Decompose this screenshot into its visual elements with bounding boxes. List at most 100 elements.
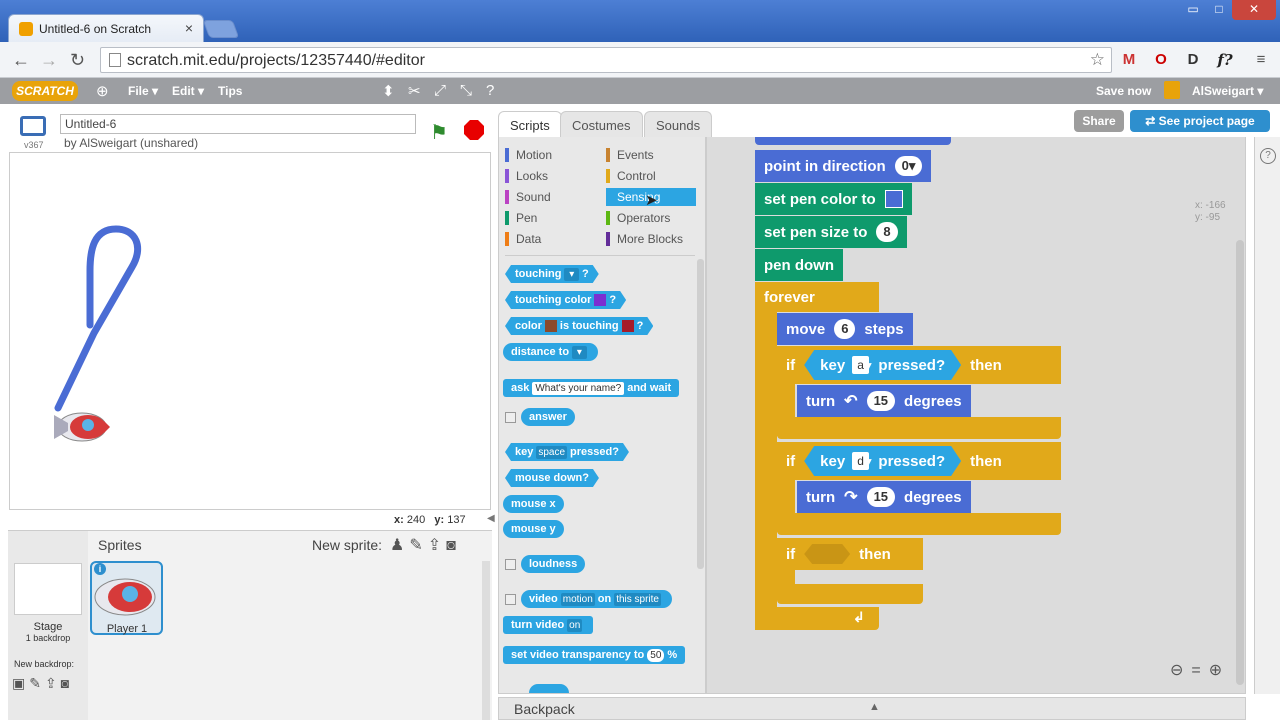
script-area[interactable]: point in direction 0▾ set pen color to se…: [706, 137, 1246, 694]
cut-off-motion-block[interactable]: [755, 137, 951, 145]
back-arrow-icon[interactable]: ←: [12, 50, 30, 71]
move-steps-block[interactable]: move 6 steps: [777, 313, 913, 345]
color-is-touching-block[interactable]: color is touching?: [505, 317, 653, 335]
bookmark-star-icon[interactable]: ☆: [1090, 50, 1105, 70]
file-menu[interactable]: File ▾: [128, 84, 158, 98]
category-control[interactable]: Control: [606, 167, 656, 185]
user-menu[interactable]: AlSweigart ▾: [1192, 84, 1263, 98]
tips-menu[interactable]: Tips: [218, 84, 242, 98]
set-pen-size-block[interactable]: set pen size to 8: [755, 216, 907, 248]
grow-icon[interactable]: ⤢: [434, 82, 446, 99]
key-a-pressed-block[interactable]: key a ▾ pressed?: [804, 350, 961, 380]
sprite-scrollbar[interactable]: [482, 561, 490, 720]
shrink-icon[interactable]: ⤡: [460, 82, 472, 99]
my-stuff-icon[interactable]: [1164, 81, 1180, 99]
new-tab-button[interactable]: [202, 20, 240, 38]
save-now-button[interactable]: Save now: [1096, 84, 1151, 98]
opera-extension-icon[interactable]: O: [1150, 49, 1172, 71]
category-looks[interactable]: Looks: [505, 167, 548, 185]
video-motion-checkbox[interactable]: [505, 594, 516, 605]
window-maximize-button[interactable]: □: [1206, 0, 1232, 20]
mouse-down-block[interactable]: mouse down?: [505, 469, 599, 487]
category-pen[interactable]: Pen: [505, 209, 537, 227]
turn-video-block[interactable]: turn video on: [503, 616, 594, 634]
project-title-input[interactable]: [60, 114, 416, 134]
answer-checkbox[interactable]: [505, 412, 516, 423]
brush-backdrop-icon[interactable]: ✎: [29, 675, 45, 691]
ask-and-wait-block[interactable]: ask What's your name? and wait: [503, 379, 680, 397]
stop-sign-icon[interactable]: [464, 120, 484, 140]
tab-costumes[interactable]: Costumes: [560, 111, 643, 137]
zoom-in-icon[interactable]: ⊕: [1209, 662, 1230, 679]
touching-block[interactable]: touching ▾ ?: [505, 265, 599, 283]
see-project-page-button[interactable]: ⇄ See project page: [1130, 110, 1270, 132]
loudness-checkbox[interactable]: [505, 559, 516, 570]
if-key-a-block[interactable]: if key a ▾ pressed? then: [777, 346, 1061, 384]
stage-thumbnail[interactable]: [14, 563, 82, 615]
loudness-block[interactable]: loudness: [521, 555, 586, 573]
reload-icon[interactable]: ↻: [70, 50, 85, 71]
presentation-mode-icon[interactable]: [20, 116, 46, 136]
help-icon[interactable]: ?: [486, 82, 494, 99]
turn-right-block[interactable]: turn ↷ 15 degrees: [797, 481, 971, 513]
upload-backdrop-icon[interactable]: ⇪: [45, 675, 61, 691]
sprite-library-icon[interactable]: ♟: [390, 537, 409, 554]
stage-canvas[interactable]: [9, 152, 491, 510]
edit-menu[interactable]: Edit ▾: [172, 84, 204, 98]
answer-block[interactable]: answer: [521, 408, 575, 426]
collapse-stage-icon[interactable]: ◀: [487, 513, 495, 524]
zoom-reset-icon[interactable]: =: [1191, 662, 1208, 679]
pen-color-swatch[interactable]: [884, 190, 903, 208]
pen-down-block[interactable]: pen down: [755, 249, 843, 281]
camera-sprite-icon[interactable]: ◙: [446, 537, 461, 554]
share-button[interactable]: Share: [1074, 110, 1124, 132]
category-more-blocks[interactable]: More Blocks: [606, 230, 683, 248]
mouse-y-block[interactable]: mouse y: [503, 520, 564, 538]
mouse-x-block[interactable]: mouse x: [503, 495, 564, 513]
rocket-sprite[interactable]: [54, 412, 110, 442]
forward-arrow-icon[interactable]: →: [40, 50, 58, 71]
upload-sprite-icon[interactable]: ⇪: [428, 537, 446, 554]
turn-left-block[interactable]: turn ↶ 15 degrees: [797, 385, 971, 417]
category-sound[interactable]: Sound: [505, 188, 551, 206]
set-video-transparency-block[interactable]: set video transparency to 50%: [503, 646, 686, 664]
set-pen-color-block[interactable]: set pen color to: [755, 183, 912, 215]
green-flag-icon[interactable]: ⚑: [430, 120, 448, 145]
category-events[interactable]: Events: [606, 146, 654, 164]
key-d-pressed-block[interactable]: key d ▾ pressed?: [804, 446, 961, 476]
duplicate-icon[interactable]: ⬍: [382, 82, 395, 100]
touching-color-block[interactable]: touching color?: [505, 291, 626, 309]
script-scrollbar[interactable]: [1236, 240, 1244, 685]
forever-block[interactable]: forever: [755, 282, 879, 312]
tab-sounds[interactable]: Sounds: [644, 111, 713, 137]
gmail-extension-icon[interactable]: M: [1118, 49, 1140, 71]
category-operators[interactable]: Operators: [606, 209, 670, 227]
paint-sprite-icon[interactable]: ✎: [409, 537, 427, 554]
distance-to-block[interactable]: distance to ▾: [503, 343, 598, 361]
window-minimize-button[interactable]: ▭: [1180, 0, 1206, 20]
backpack-expand-icon[interactable]: ▲: [869, 701, 880, 713]
tab-scripts[interactable]: Scripts: [498, 111, 562, 137]
key-pressed-block[interactable]: key space pressed?: [505, 443, 629, 461]
delete-icon[interactable]: ✂: [408, 82, 421, 100]
empty-if-block[interactable]: if then: [777, 538, 923, 570]
category-motion[interactable]: Motion: [505, 146, 552, 164]
browser-tab[interactable]: Untitled-6 on Scratch ×: [8, 14, 204, 42]
url-text[interactable]: scratch.mit.edu/projects/12357440/#edito…: [127, 52, 425, 70]
timer-block-partial[interactable]: [529, 684, 569, 693]
empty-condition-slot[interactable]: [804, 544, 851, 564]
camera-backdrop-icon[interactable]: ◙: [61, 675, 73, 691]
paint-backdrop-icon[interactable]: ▣: [12, 675, 29, 691]
window-close-button[interactable]: ✕: [1232, 0, 1276, 20]
video-motion-block[interactable]: video motion on this sprite: [521, 590, 672, 608]
sprite-tile-player-1[interactable]: i Player 1: [90, 561, 163, 635]
f-extension-icon[interactable]: f?: [1214, 49, 1236, 71]
tab-close-icon[interactable]: ×: [185, 20, 193, 36]
address-bar[interactable]: scratch.mit.edu/projects/12357440/#edito…: [100, 47, 1112, 73]
point-in-direction-block[interactable]: point in direction 0▾: [755, 150, 932, 182]
d-extension-icon[interactable]: D: [1182, 49, 1204, 71]
menu-icon[interactable]: ≡: [1250, 49, 1272, 71]
if-key-d-block[interactable]: if key d ▾ pressed? then: [777, 442, 1061, 480]
globe-icon[interactable]: ⊕: [96, 82, 109, 100]
category-data[interactable]: Data: [505, 230, 541, 248]
